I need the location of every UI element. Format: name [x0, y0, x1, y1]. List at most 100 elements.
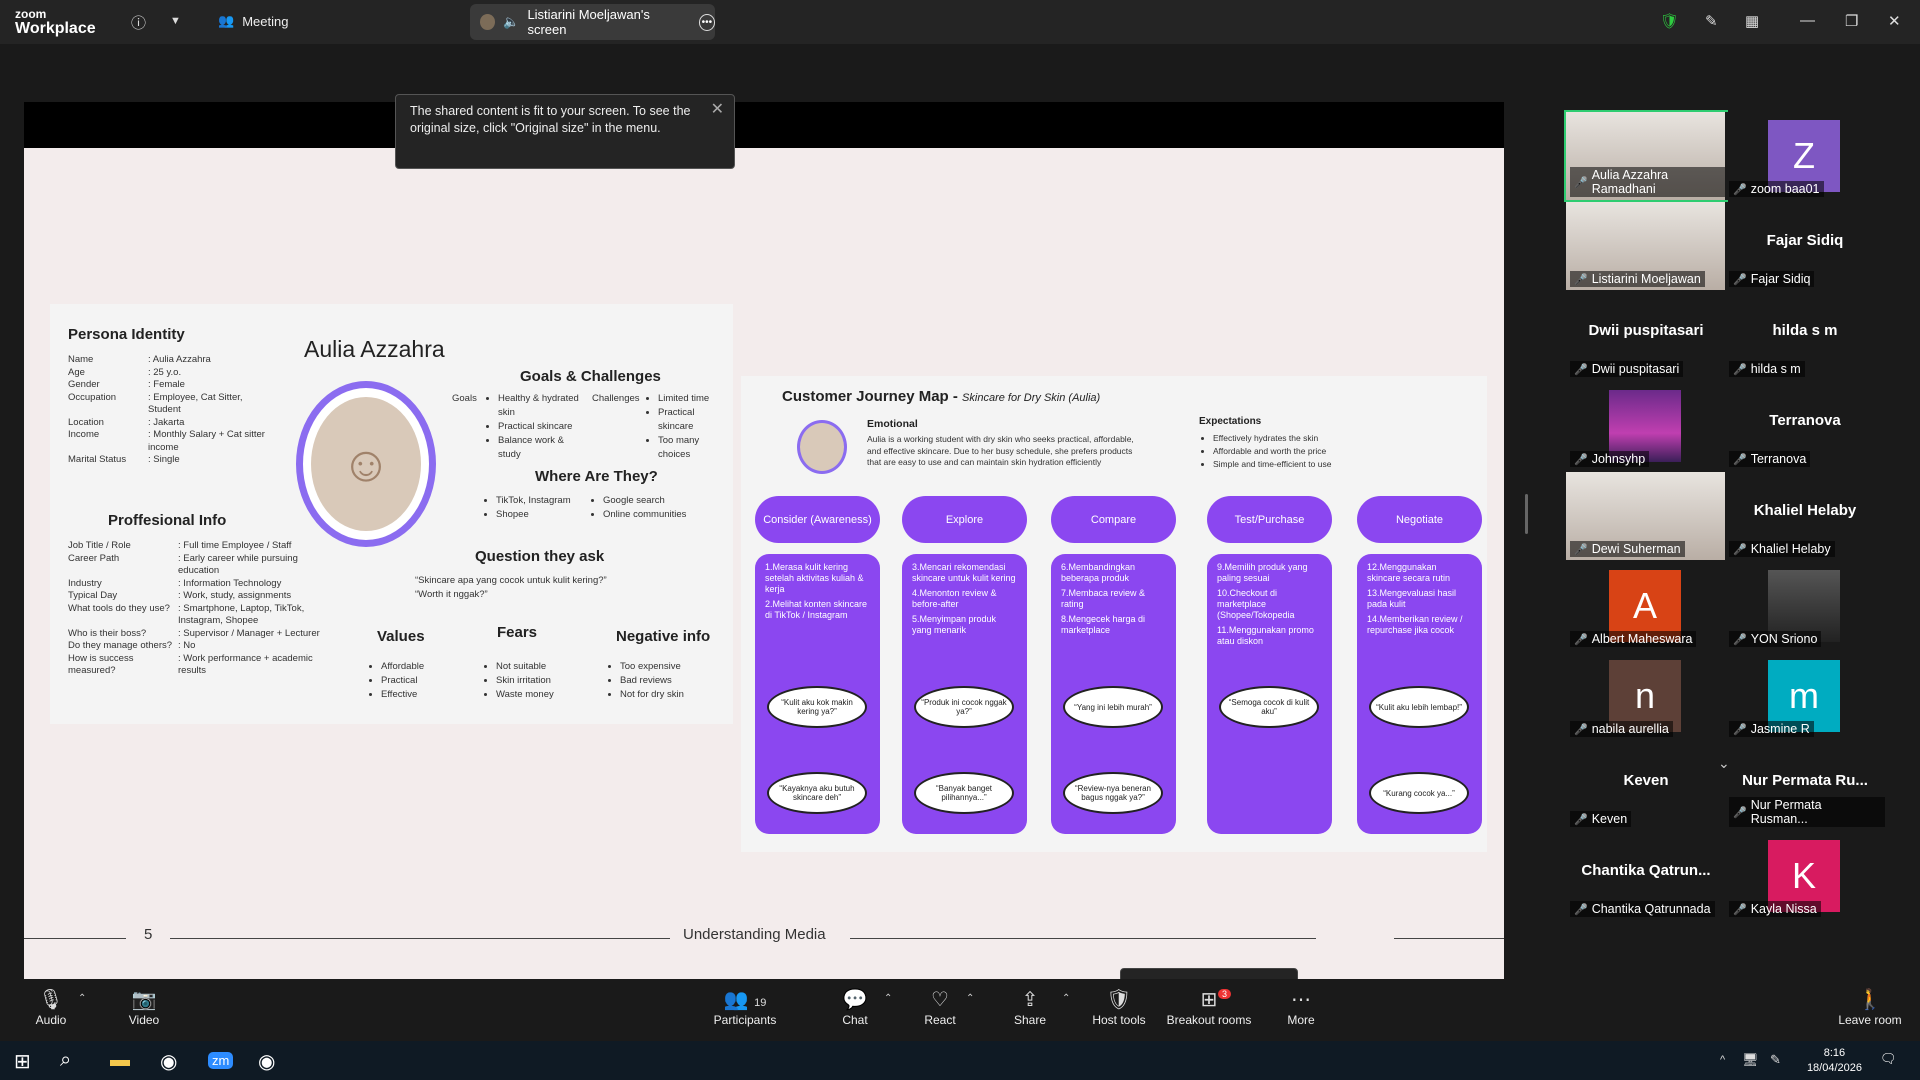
participant-tile[interactable]: A 🎤 Albert Maheswara — [1566, 562, 1726, 650]
windows-start-icon[interactable]: ⊞ — [14, 1049, 31, 1074]
participant-name-label: 🎤 Aulia Azzahra Ramadhani — [1570, 167, 1726, 197]
participant-tile[interactable]: 🎤 Johnsyhp — [1566, 382, 1726, 470]
participant-tile[interactable]: Keven 🎤 Keven — [1566, 742, 1726, 830]
participant-display-name: hilda s m — [1772, 322, 1838, 339]
bullet-item: Not suitable — [496, 660, 554, 674]
panel-resize-handle[interactable] — [1525, 494, 1528, 534]
info-row: Gender: Female — [68, 379, 268, 392]
muted-mic-icon: 🎤 — [1574, 273, 1588, 286]
notification-icon[interactable]: 🗨 — [1880, 1051, 1897, 1067]
info-icon[interactable]: ⓘ — [131, 12, 146, 33]
screen-share-label: Listiarini Moeljawan's screen — [527, 7, 650, 37]
chevron-down-icon[interactable]: ⌄ — [1718, 755, 1730, 772]
participant-tile[interactable]: Z 🎤 zoom baa01 — [1725, 112, 1885, 200]
network-icon[interactable]: 🖥 — [1742, 1052, 1759, 1068]
participant-tile[interactable]: Nur Permata Ru... 🎤 Nur Permata Rusman... — [1725, 742, 1885, 830]
bullet-item: Waste money — [496, 688, 554, 702]
participant-name-label: 🎤 nabila aurellia — [1570, 721, 1673, 737]
more-options-icon[interactable]: ••• — [698, 13, 716, 31]
participant-tile[interactable]: 🎤 Aulia Azzahra Ramadhani — [1564, 110, 1728, 202]
participant-tile[interactable]: K 🎤 Kayla Nissa — [1725, 832, 1885, 920]
negative-info-title: Negative info — [616, 628, 711, 645]
pen-icon[interactable]: ✎ — [1705, 12, 1718, 30]
participants-button[interactable]: 👥 19 Participants — [700, 987, 790, 1027]
more-button[interactable]: ⋯ More — [1256, 987, 1346, 1027]
challenges-list: Limited timePractical skincareToo many c… — [650, 392, 715, 462]
info-key: Who is their boss? — [68, 627, 147, 639]
breakout-rooms-button[interactable]: ⊞ Breakout rooms — [1164, 987, 1254, 1027]
muted-mic-icon: 🎤 — [1733, 543, 1747, 556]
host-tools-button[interactable]: 🛡 Host tools — [1074, 987, 1164, 1027]
info-row: Career Path: Early career while pursuing… — [68, 553, 338, 578]
shield-icon[interactable]: 🛡 — [1660, 12, 1679, 30]
info-row: How is success measured?: Work performan… — [68, 653, 338, 678]
journey-step: 2.Melihat konten skincare di TikTok / In… — [765, 599, 868, 620]
chevron-up-icon[interactable]: ⌃ — [1062, 993, 1070, 1004]
where-list-b: Google searchOnline communities — [595, 494, 686, 522]
search-icon[interactable]: ⌕ — [60, 1049, 71, 1072]
participant-tile[interactable]: m 🎤 Jasmine R — [1725, 652, 1885, 740]
muted-mic-icon: 🎤 — [1574, 176, 1588, 189]
participant-display-name: Terranova — [1769, 412, 1841, 429]
emotional-title: Emotional — [867, 418, 918, 430]
meeting-button[interactable]: 👥 Meeting — [218, 13, 288, 29]
chevron-up-icon[interactable]: ⌃ — [966, 993, 974, 1004]
participant-name-label: 🎤 zoom baa01 — [1729, 181, 1824, 197]
participant-tile[interactable]: n 🎤 nabila aurellia — [1566, 652, 1726, 740]
participant-name: Kayla Nissa — [1750, 902, 1817, 916]
participant-tile[interactable]: Chantika Qatrun... 🎤 Chantika Qatrunnada — [1566, 832, 1726, 920]
bullet-item: Effective — [381, 688, 424, 702]
speech-bubble: “Kulit aku lebih lembap!” — [1369, 686, 1469, 728]
participant-tile[interactable]: 🎤 Dewi Suherman — [1566, 472, 1726, 560]
layout-icon[interactable]: ▦ — [1745, 12, 1759, 30]
info-row: Typical Day: Work, study, assignments — [68, 590, 338, 603]
video-button[interactable]: 📷 Video — [99, 987, 189, 1027]
bullet-item: Affordable and worth the price — [1213, 445, 1331, 458]
chevron-up-icon[interactable]: ⌃ — [78, 993, 86, 1004]
professional-info-title: Proffesional Info — [108, 512, 227, 529]
clock[interactable]: 8:16 18/04/2026 — [1807, 1046, 1862, 1076]
participant-tile[interactable]: 🎤 YON Sriono — [1725, 562, 1885, 650]
journey-step: 4.Menonton review & before-after — [912, 588, 997, 609]
zoom-app-icon[interactable]: zm — [208, 1052, 234, 1069]
chevron-up-icon[interactable]: ⌃ — [884, 993, 892, 1004]
info-value: : Early career while pursuing education — [178, 552, 298, 577]
fit-screen-tooltip: The shared content is fit to your screen… — [395, 94, 735, 169]
participant-tile[interactable]: Khaliel Helaby 🎤 Khaliel Helaby — [1725, 472, 1885, 560]
close-icon[interactable]: ✕ — [1888, 12, 1901, 30]
pen-icon[interactable]: ✎ — [1770, 1052, 1781, 1068]
journey-stage-label: Explore — [902, 496, 1027, 543]
close-icon[interactable]: ✕ — [711, 101, 724, 118]
participant-name: Dwii puspitasari — [1591, 362, 1680, 376]
participant-tile[interactable]: Terranova 🎤 Terranova — [1725, 382, 1885, 470]
participant-tile[interactable]: Fajar Sidiq 🎤 Fajar Sidiq — [1725, 202, 1885, 290]
chrome-icon[interactable]: ◉ — [258, 1049, 275, 1074]
muted-mic-icon: 🎤 — [1733, 363, 1747, 376]
screen-share-tab[interactable]: 🔈 Listiarini Moeljawan's screen ••• — [470, 4, 716, 40]
participant-tile[interactable]: hilda s m 🎤 hilda s m — [1725, 292, 1885, 380]
participant-name-label: 🎤 Keven — [1570, 811, 1632, 827]
info-value: : 25 y.o. — [148, 366, 182, 378]
file-explorer-icon[interactable]: ▬ — [110, 1049, 130, 1072]
chevron-down-icon[interactable]: ▼ — [170, 15, 181, 27]
minimize-icon[interactable]: — — [1800, 12, 1815, 29]
leave-room-button[interactable]: 🚶 Leave room — [1825, 987, 1915, 1027]
participant-tile[interactable]: 🎤 Listiarini Moeljawan — [1566, 202, 1726, 290]
participant-display-name: Keven — [1623, 772, 1669, 789]
participant-name: Fajar Sidiq — [1750, 272, 1811, 286]
muted-mic-icon: 🎤 — [1733, 273, 1747, 286]
muted-mic-icon: 🎤 — [1574, 363, 1588, 376]
bullet-item: Practical skincare — [498, 420, 580, 434]
tray-chevron-icon[interactable]: ^ — [1720, 1054, 1725, 1066]
info-key: Gender — [68, 379, 100, 390]
journey-step: 8.Mengecek harga di marketplace — [1061, 614, 1146, 635]
participant-name: hilda s m — [1750, 362, 1801, 376]
muted-mic-icon: 🎤 — [1574, 903, 1588, 916]
participant-tile[interactable]: Dwii puspitasari 🎤 Dwii puspitasari — [1566, 292, 1726, 380]
chrome-icon[interactable]: ◉ — [160, 1049, 177, 1074]
info-row: Income: Monthly Salary + Cat sitter inco… — [68, 429, 268, 454]
restore-icon[interactable]: ❐ — [1845, 12, 1858, 30]
muted-mic-icon: 🎤 — [1733, 903, 1747, 916]
where-list-a: TikTok, InstagramShopee — [488, 494, 571, 522]
participant-name: Albert Maheswara — [1591, 632, 1693, 646]
